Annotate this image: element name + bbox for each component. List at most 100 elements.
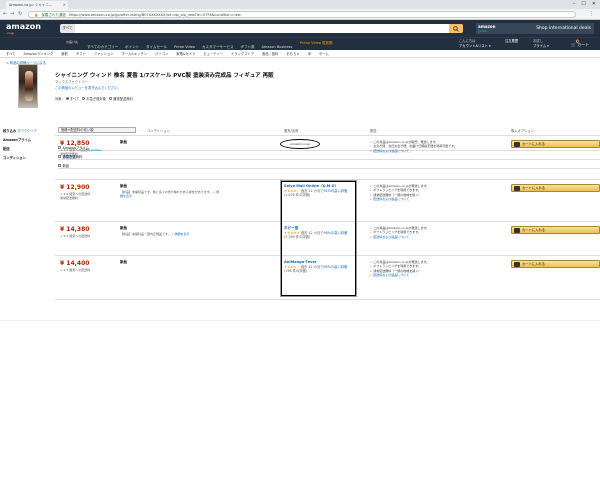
offer-condition: 新品 [120,260,127,264]
offer-price: ¥ 14,400 [60,260,90,267]
filter-label: 対象: [55,97,63,101]
returns-link[interactable]: 配送料および返品について [373,235,409,239]
radio-express[interactable]: お急ぎ便対象 [82,96,106,101]
subnav-item[interactable]: ドラッグストア [231,50,254,57]
subnav-item[interactable]: おもちゃ [286,50,299,57]
subnav-item[interactable]: 本 [308,50,311,57]
delivery-location[interactable]: お届け先 [66,40,78,44]
filter-sidebar: 絞り込み すべてクリア Amazonプライム Amazonプライム 配送 お急ぎ… [3,128,600,169]
cart-button[interactable]: 0 🛒 カート [571,39,597,50]
product-image[interactable] [18,64,38,108]
cart-button-label: カートに入れる [522,142,546,146]
product-title[interactable]: シャイニング ウィンド 椎名 夏香 1/7スケール PVC製 塗装済み完成品 フ… [55,71,274,79]
offer-delivery: この商品はAmazon.co.jpが発送します。 ギフトラッピングを利用できます… [370,226,500,239]
amazon-nav: お届け先 すべてのカテゴリー ポイント タイムセール Prime Video カ… [0,37,600,50]
maximize-icon[interactable]: ☐ [581,1,585,8]
radio-all[interactable]: すべて [65,96,80,101]
tab-title: Amazon.co.jp: シャイニ... [9,3,53,7]
radio-label: お急ぎ便対象 [86,97,107,101]
reload-icon[interactable]: ↻ [18,11,22,18]
orders-link[interactable]: 注文履歴 [505,39,518,44]
browser-tab[interactable]: Amazon.co.jp: シャイニ... × [6,1,68,9]
subnav-item[interactable]: 家電&カメラ [176,50,195,57]
offer-shipping: + ¥ 0 関東への配送料 [60,268,130,272]
nav-promo[interactable]: Prime Video 見放題 [300,41,333,46]
account-menu[interactable]: こんにちは アカウント&リスト ▾ [459,39,491,48]
cart-count: 0 [576,39,579,44]
cart-icon [514,186,520,191]
page-bottom-divider [0,320,600,321]
offer-description: 【新品】未開封品・国内正規品です。 » 詳細を表示 [120,232,220,236]
banner-sub: global [478,29,488,33]
prime-badge: prime [91,148,101,152]
write-review-link[interactable]: この商品のレビューを書き込んでください。 [55,85,121,90]
returns-link[interactable]: 配送料および返品について [373,197,409,201]
offer-price: ¥ 14,380 [60,226,90,233]
subnav-item[interactable]: 新着 [61,50,68,57]
search-button[interactable] [449,24,463,33]
add-to-cart-button[interactable]: カートに入れる [511,184,600,192]
condition-filter-heading: コンディション [3,156,26,160]
close-tab-icon[interactable]: × [63,1,66,9]
global-deals-banner[interactable]: amazon global Shop international deals [476,23,594,34]
amazon-logo[interactable]: amazon [6,23,41,31]
minimize-icon[interactable]: – [573,1,576,8]
menu-icon[interactable]: ⋮ [589,11,594,18]
col-seller: 販売/出荷 [284,129,299,133]
returns-link[interactable]: 配送料および返品について [373,273,409,277]
banner-text: Shop international deals [536,26,591,31]
add-to-cart-button[interactable]: カートに入れる [511,226,600,234]
subnav-item[interactable]: ホーム&キッチン [122,50,148,57]
forward-icon[interactable]: → [10,11,14,18]
address-input[interactable]: 🔒 保護された通信 https://www.amazon.co.jp/gp/offe… [28,11,576,18]
search-input[interactable] [75,24,449,33]
close-window-icon[interactable]: ✕ [592,1,596,8]
subnav-item[interactable]: Amazonランキング [24,50,54,57]
subnav-item[interactable]: ゲーム [319,50,329,57]
subnav-item[interactable]: パソコン [155,50,168,57]
delivery-item: 配送料および返品について [370,235,500,239]
subnav-item[interactable]: すべて [6,50,16,57]
search-category-select[interactable]: すべて [60,24,75,33]
cart-icon [514,262,520,267]
window-controls: – ☐ ✕ [573,1,596,8]
ship-note: 通常配送無料 [60,152,79,156]
offer-condition: 新品 [120,226,127,230]
back-icon[interactable]: ← [3,11,7,18]
radio-label: すべて [69,97,80,101]
details-link[interactable]: » 詳細を表示 [172,232,190,236]
radio-free-ship[interactable]: 通常配送無料 [109,96,133,101]
lock-icon: 🔒 [34,13,39,17]
offer-shipping: + ¥ 0 関東への配送料 prime 通常配送無料 [60,148,130,156]
add-to-cart-button[interactable]: カートに入れる [511,140,600,148]
ship-note: 通常配送無料 [60,196,79,200]
radio-icon [109,97,113,100]
prime-filter-heading: Amazonプライム [3,138,31,142]
cart-icon [514,228,520,233]
category-subnav: すべて Amazonランキング 新着 ギフト ファッション ホーム&キッチン パ… [0,50,600,58]
amazon-logo-domain: .co.jp [6,31,15,35]
cart-button-label: カートに入れる [522,262,546,266]
account-label: アカウント&リスト ▾ [459,43,491,48]
search-icon [453,25,459,32]
cart-button-label: カートに入れる [522,228,546,232]
clear-filters-link[interactable]: すべてクリア [17,129,36,133]
description-text: 【新品】未開封品・国内正規品です。 [120,232,171,236]
delivery-item: 配送料および返品について [370,197,500,201]
subnav-item[interactable]: 食品・飲料 [262,50,278,57]
add-to-cart-button[interactable]: カートに入れる [511,260,600,268]
subnav-item[interactable]: ギフト [76,50,86,57]
returns-link[interactable]: 配送料および返品について [373,149,409,153]
description-text: 【新品】未開封品です。箱に多少の傷や擦れがある場合があります。 [120,190,213,194]
delivery-filter-heading: 配送 [3,147,10,151]
offer-delivery: この商品はAmazon.co.jpが販売、発送します。 お急ぎ便、当日お急ぎ便、… [370,140,500,153]
subnav-item[interactable]: ビューティー [203,50,223,57]
prime-label: プライム ▾ [533,43,549,48]
tab-bar: Amazon.co.jp: シャイニ... × – ☐ ✕ [0,0,600,9]
sort-select[interactable]: 価格+配送料の安い順 [58,127,136,133]
cart-icon [514,142,520,147]
prime-menu[interactable]: お試し プライム ▾ [533,39,549,48]
subnav-item[interactable]: ファッション [94,50,114,57]
cart-label: カート [577,42,590,47]
offer-condition: 新品 [120,184,127,188]
